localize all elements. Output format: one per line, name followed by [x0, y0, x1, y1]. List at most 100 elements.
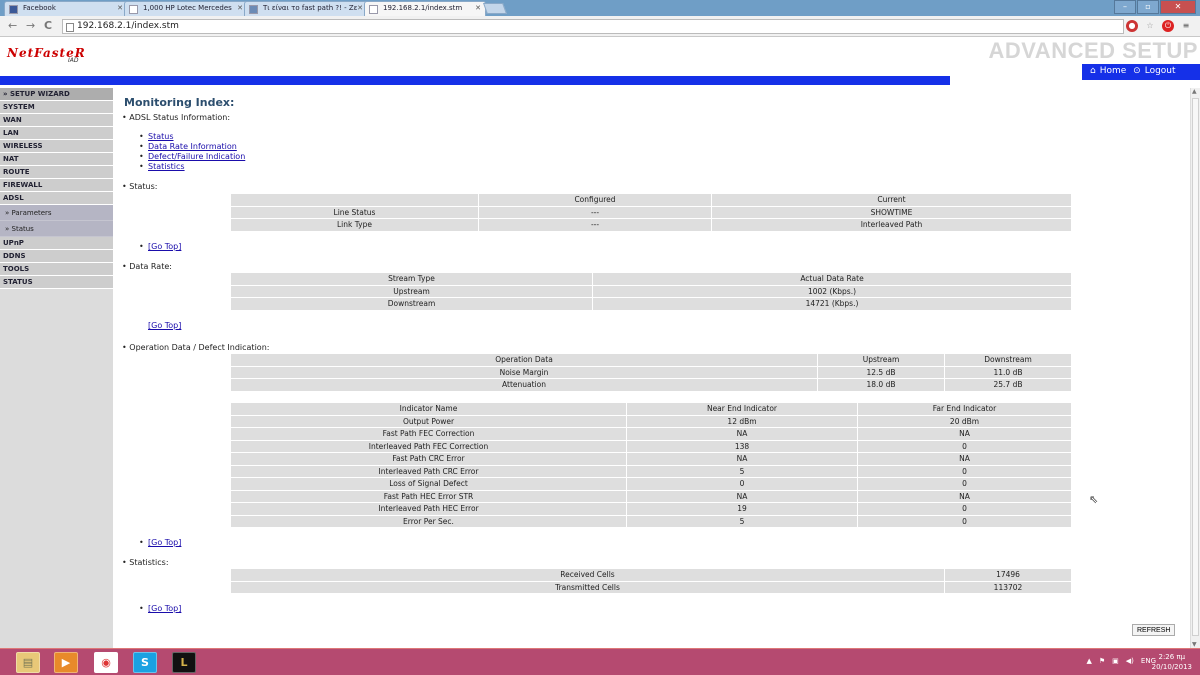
sidebar-item-route[interactable]: ROUTE — [0, 166, 113, 179]
star-icon[interactable]: ☆ — [1144, 20, 1156, 32]
sidebar-item-nat[interactable]: NAT — [0, 153, 113, 166]
table-header — [230, 193, 479, 207]
table-cell: 12.5 dB — [817, 365, 945, 379]
tab-facebook[interactable]: Facebook ✕ — [4, 1, 128, 16]
sidebar-item-ddns[interactable]: DDNS — [0, 250, 113, 263]
table-row: Link Type --- Interleaved Path — [230, 218, 1072, 232]
sidebar-item-lan[interactable]: LAN — [0, 127, 113, 140]
tab-label: Facebook — [23, 4, 56, 12]
table-cell: Loss of Signal Defect — [230, 477, 627, 491]
statistics-heading: • Statistics: — [122, 558, 169, 567]
statistics-label: Statistics: — [129, 558, 169, 567]
table-header: Near End Indicator — [626, 402, 858, 416]
tray-expand-icon[interactable]: ▲ — [1086, 657, 1091, 665]
close-icon[interactable]: ✕ — [357, 4, 363, 12]
table-row: Fast Path FEC Correction NA NA — [230, 427, 1072, 441]
link-bullet: • — [139, 132, 144, 141]
minimize-button[interactable]: – — [1114, 0, 1136, 14]
link-status[interactable]: Status — [148, 132, 174, 141]
go-top-link[interactable]: [Go Top] — [148, 321, 181, 330]
table-cell: NA — [857, 452, 1072, 466]
table-row: Fast Path CRC Error NA NA — [230, 452, 1072, 466]
sidebar-item-adsl[interactable]: ADSL — [0, 192, 113, 205]
close-window-button[interactable]: ✕ — [1160, 0, 1196, 14]
scroll-up-icon[interactable]: ▲ — [1192, 88, 1197, 95]
link-data-rate[interactable]: Data Rate Information — [148, 142, 237, 151]
new-tab-button[interactable] — [482, 3, 508, 14]
go-top-link[interactable]: [Go Top] — [148, 242, 181, 251]
address-bar[interactable]: 192.168.2.1/index.stm — [62, 19, 1124, 34]
sidebar-item-upnp[interactable]: UPnP — [0, 237, 113, 250]
sidebar-item-setup-wizard[interactable]: » SETUP WIZARD — [0, 88, 113, 101]
table-cell: 138 — [626, 439, 858, 453]
browser-tab-bar: Facebook ✕ 1,000 HP Lotec Mercedes ✕ Τι εί… — [0, 0, 1200, 16]
sidebar-item-firewall[interactable]: FIREWALL — [0, 179, 113, 192]
reload-icon[interactable]: C — [44, 19, 52, 32]
data-rate-heading: • Data Rate: — [122, 262, 172, 271]
sidebar-item-parameters[interactable]: » Parameters — [0, 205, 113, 221]
taskbar-clock[interactable]: 2:26 πμ 20/10/2013 — [1152, 652, 1192, 672]
go-top-link[interactable]: [Go Top] — [148, 604, 181, 613]
indicator-table: Indicator Name Near End Indicator Far En… — [230, 402, 1072, 528]
table-cell: 0 — [857, 514, 1072, 528]
menu-icon[interactable]: ≡ — [1180, 20, 1192, 32]
forward-icon[interactable]: → — [26, 19, 35, 32]
adblock-icon[interactable]: ● — [1126, 20, 1138, 32]
extension-icons: ● ☆ ⏻ ≡ — [1126, 20, 1192, 32]
table-row: Fast Path HEC Error STR NA NA — [230, 489, 1072, 503]
close-icon[interactable]: ✕ — [475, 4, 481, 12]
sidebar-item-status-sub[interactable]: » Status — [0, 221, 113, 237]
status-label: Status: — [129, 182, 158, 191]
table-row: Output Power 12 dBm 20 dBm — [230, 414, 1072, 428]
sidebar-item-status[interactable]: STATUS — [0, 276, 113, 289]
table-cell: NA — [626, 489, 858, 503]
sidebar-item-wireless[interactable]: WIRELESS — [0, 140, 113, 153]
scroll-down-icon[interactable]: ▼ — [1192, 641, 1197, 648]
table-cell: 0 — [857, 502, 1072, 516]
link-defect[interactable]: Defect/Failure Indication — [148, 152, 245, 161]
tab-lotec[interactable]: 1,000 HP Lotec Mercedes ✕ — [124, 1, 248, 16]
table-row: Downstream 14721 (Kbps.) — [230, 297, 1072, 311]
tab-fast-path[interactable]: Τι είναι το fast path ?! - Ζε ✕ — [244, 1, 368, 16]
sidebar-item-system[interactable]: SYSTEM — [0, 101, 113, 114]
close-icon[interactable]: ✕ — [117, 4, 123, 12]
table-cell: Error Per Sec. — [230, 514, 627, 528]
table-header: Operation Data — [230, 353, 818, 367]
logout-icon: ⊙ — [1133, 66, 1141, 76]
sidebar-item-wan[interactable]: WAN — [0, 114, 113, 127]
table-row: Received Cells 17496 — [230, 568, 1072, 582]
table-cell: Downstream — [230, 297, 593, 311]
maximize-button[interactable]: ▫ — [1137, 0, 1159, 14]
volume-icon[interactable]: ◀) — [1126, 657, 1134, 665]
file-explorer-icon[interactable]: ▤ — [16, 652, 40, 673]
table-cell: Upstream — [230, 284, 593, 298]
link-statistics[interactable]: Statistics — [148, 162, 185, 171]
sidebar-item-tools[interactable]: TOOLS — [0, 263, 113, 276]
flag-icon[interactable]: ⚑ — [1099, 657, 1105, 665]
back-icon[interactable]: ← — [8, 19, 17, 32]
media-player-icon[interactable]: ▶ — [54, 652, 78, 673]
main-content: Monitoring Index: • ADSL Status Informat… — [114, 88, 1190, 648]
league-of-legends-icon[interactable]: L — [172, 652, 196, 673]
home-icon: ⌂ — [1090, 66, 1096, 76]
data-rate-label: Data Rate: — [129, 262, 172, 271]
table-cell: 0 — [857, 439, 1072, 453]
close-icon[interactable]: ✕ — [237, 4, 243, 12]
network-icon[interactable]: ▣ — [1112, 657, 1119, 665]
scrollbar-thumb[interactable] — [1192, 98, 1199, 636]
table-cell: 20 dBm — [857, 414, 1072, 428]
sidebar-menu: » SETUP WIZARD SYSTEM WAN LAN WIRELESS N… — [0, 88, 113, 648]
system-tray: ▲ ⚑ ▣ ◀) ENG — [1086, 657, 1156, 665]
go-top-link[interactable]: [Go Top] — [148, 538, 181, 547]
skype-icon[interactable]: S — [133, 652, 157, 673]
page-header-title: ADVANCED SETUP — [988, 38, 1198, 63]
tab-router[interactable]: 192.168.2.1/index.stm ✕ — [364, 1, 486, 16]
table-row: Interleaved Path CRC Error 5 0 — [230, 464, 1072, 478]
stop-icon[interactable]: ⏻ — [1162, 20, 1174, 32]
home-link[interactable]: Home — [1100, 66, 1127, 76]
chrome-icon[interactable]: ◉ — [94, 652, 118, 673]
vertical-scrollbar[interactable]: ▲ ▼ — [1190, 88, 1200, 648]
refresh-button[interactable]: REFRESH — [1132, 624, 1176, 636]
logout-link[interactable]: Logout — [1145, 66, 1176, 76]
page-icon — [129, 5, 138, 14]
